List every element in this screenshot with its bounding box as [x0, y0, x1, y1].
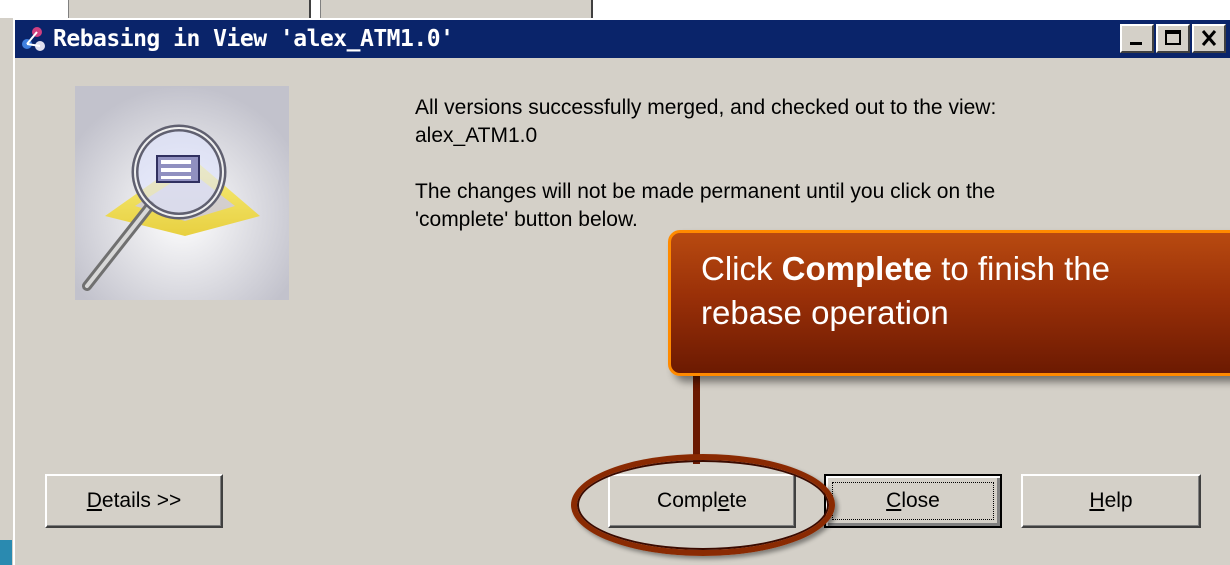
magnifier-view-illustration — [75, 86, 289, 300]
view-name-text: alex_ATM1.0 — [415, 124, 538, 147]
background-taskbar-fragment — [0, 540, 12, 565]
complete-button-highlight-ring — [571, 454, 835, 556]
maximize-icon — [1165, 30, 1181, 45]
window-title: Rebasing in View 'alex_ATM1.0' — [53, 26, 454, 52]
callout-line2: rebase operation — [701, 294, 949, 331]
callout-bold-word: Complete — [781, 250, 933, 287]
callout-suffix: to finish the — [932, 250, 1110, 287]
callout-text: Click Complete to finish the rebase oper… — [701, 247, 1110, 335]
help-button-label: Help — [1089, 489, 1133, 512]
help-button[interactable]: Help — [1021, 474, 1201, 528]
background-window-strip — [0, 0, 1230, 18]
permanent-notice-text: The changes will not be made permanent u… — [415, 180, 996, 203]
minimize-button[interactable] — [1120, 24, 1154, 53]
details-button-label: Details >> — [86, 489, 182, 512]
close-button[interactable]: Close — [824, 474, 1002, 528]
background-window-fragment — [320, 0, 593, 18]
clearcase-view-icon — [19, 24, 49, 54]
close-window-button[interactable] — [1192, 24, 1226, 53]
permanent-notice-text-2: 'complete' button below. — [415, 208, 638, 231]
maximize-button[interactable] — [1156, 24, 1190, 53]
close-icon — [1201, 30, 1217, 46]
callout-connector — [693, 374, 700, 464]
background-window-fragment — [68, 0, 311, 18]
callout-prefix: Click — [701, 250, 782, 287]
title-bar[interactable]: Rebasing in View 'alex_ATM1.0' — [15, 20, 1230, 58]
details-button[interactable]: Details >> — [45, 474, 223, 528]
merge-status-message: All versions successfully merged, and ch… — [415, 96, 997, 119]
instruction-callout: Click Complete to finish the rebase oper… — [668, 230, 1230, 376]
background-window-edge — [0, 18, 14, 565]
minimize-icon — [1130, 42, 1142, 45]
focus-rectangle — [832, 482, 994, 520]
